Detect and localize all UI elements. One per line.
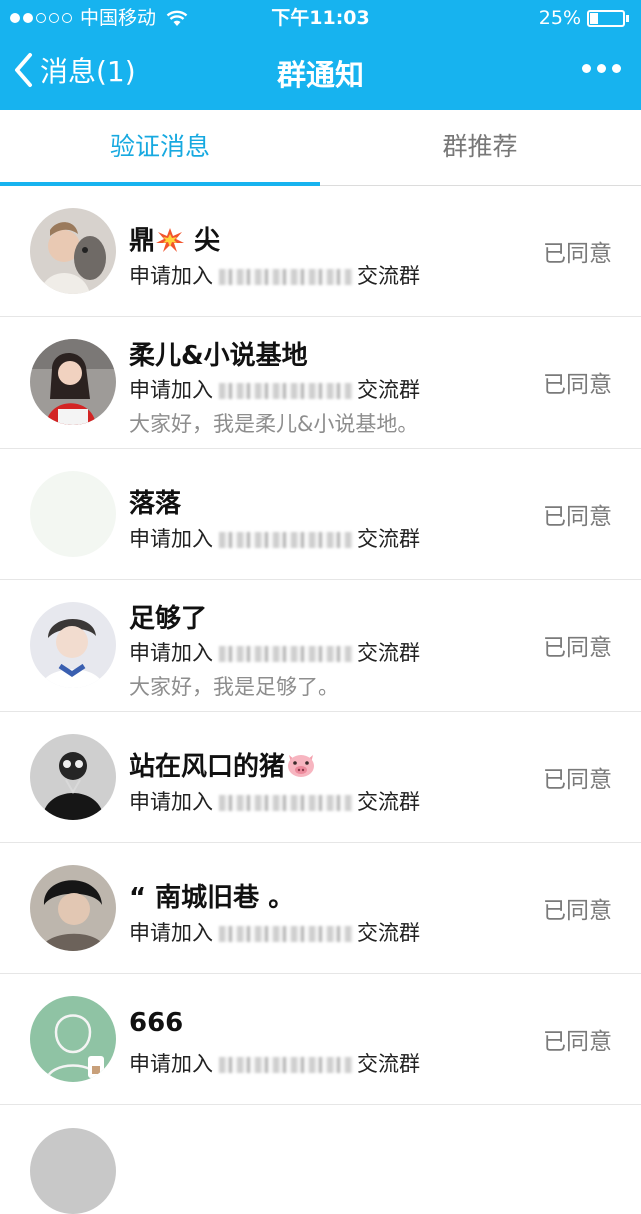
battery-tip: [626, 14, 629, 22]
request-name: 鼎 尖: [129, 226, 221, 256]
redacted-group-name: [219, 532, 353, 548]
request-name: 666: [129, 1008, 184, 1038]
collision-icon: [156, 228, 185, 252]
apply-text: 申请加入 交流群: [129, 921, 420, 945]
list-item[interactable]: 666 申请加入 交流群 已同意: [0, 974, 641, 1105]
status-badge: 已同意: [543, 372, 612, 398]
more-dots-icon[interactable]: [582, 64, 621, 73]
nav-bar: 消息(1) 群通知: [0, 36, 641, 110]
tab-group-recommend[interactable]: 群推荐: [320, 110, 640, 185]
list-item[interactable]: 落落 申请加入 交流群 已同意: [0, 449, 641, 580]
greeting-text: 大家好，我是足够了。: [129, 675, 339, 699]
redacted-group-name: [219, 269, 353, 285]
apply-text: 申请加入 交流群: [129, 1052, 420, 1076]
avatar: [30, 602, 116, 688]
status-badge: 已同意: [543, 635, 612, 661]
avatar: [30, 1128, 116, 1214]
redacted-group-name: [219, 646, 353, 662]
avatar: [30, 208, 116, 294]
apply-text: 申请加入 交流群: [129, 264, 420, 288]
redacted-group-name: [219, 383, 353, 399]
tab-bar: 验证消息 群推荐: [0, 110, 641, 186]
status-badge: 已同意: [543, 504, 612, 530]
apply-text: 申请加入 交流群: [129, 527, 420, 551]
list-item[interactable]: 站在风口的猪 申请加入 交流群 已同意: [0, 712, 641, 843]
request-list: 鼎 尖 申请加入交流群 已同意 柔儿&小说基地 申请加入交流群 大家好，我是: [0, 186, 641, 1105]
apply-text: 申请加入 交流群: [129, 641, 420, 665]
tab-verification[interactable]: 验证消息: [0, 110, 320, 186]
request-name: 柔儿&小说基地: [129, 341, 308, 371]
battery-icon: [587, 9, 625, 27]
status-badge: 已同意: [543, 1029, 612, 1055]
list-item[interactable]: 足够了 申请加入 交流群 大家好，我是足够了。 已同意: [0, 580, 641, 712]
status-badge: 已同意: [543, 898, 612, 924]
battery-percent: 25%: [538, 7, 581, 29]
status-badge: 已同意: [543, 241, 612, 267]
apply-text: 申请加入 交流群: [129, 790, 420, 814]
status-bar: 中国移动 下午11:03 25%: [0, 0, 641, 36]
avatar: [30, 339, 116, 425]
page-title: 群通知: [276, 58, 364, 92]
list-item[interactable]: 鼎 尖 申请加入 交流群 已同意: [0, 186, 641, 317]
greeting-text: 大家好，我是柔儿&小说基地。: [129, 412, 419, 436]
avatar: [30, 734, 116, 820]
list-item[interactable]: 柔儿&小说基地 申请加入 交流群 大家好，我是柔儿&小说基地。 已同意: [0, 317, 641, 449]
avatar: [30, 996, 116, 1082]
redacted-group-name: [219, 926, 353, 942]
list-item[interactable]: “ 南城旧巷 。 申请加入 交流群 已同意: [0, 843, 641, 974]
pig-face-icon: [288, 755, 315, 777]
redacted-group-name: [219, 795, 353, 811]
apply-text: 申请加入 交流群: [129, 378, 420, 402]
request-name: 站在风口的猪: [129, 746, 317, 783]
status-right: 25%: [539, 0, 629, 36]
request-name: “ 南城旧巷 。: [129, 883, 295, 913]
header: 中国移动 下午11:03 25% 消息(1) 群通知: [0, 0, 641, 110]
avatar: [30, 471, 116, 557]
status-badge: 已同意: [543, 767, 612, 793]
request-name: 落落: [129, 489, 182, 519]
avatar: [30, 865, 116, 951]
request-name: 足够了: [129, 604, 208, 634]
redacted-group-name: [219, 1057, 353, 1073]
